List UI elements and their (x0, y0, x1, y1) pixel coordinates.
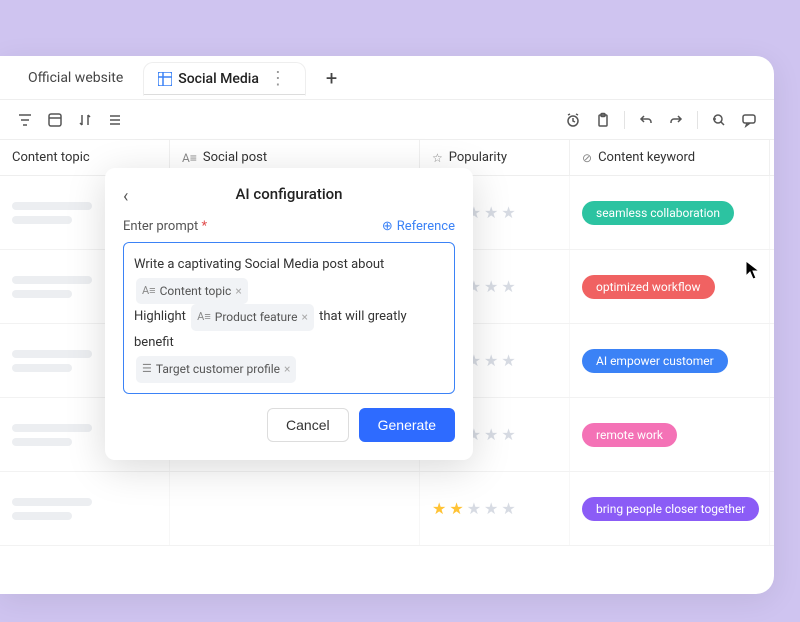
search-icon[interactable] (710, 111, 728, 129)
cell-social-post[interactable] (170, 472, 420, 545)
text-icon: A≡ (142, 281, 156, 302)
col-label: Content keyword (598, 150, 695, 165)
clipboard-icon[interactable] (594, 111, 612, 129)
star-icon[interactable]: ★ (484, 351, 498, 370)
keyword-pill[interactable]: remote work (582, 423, 677, 447)
tab-official-website[interactable]: Official website (14, 62, 137, 94)
keyword-pill[interactable]: bring people closer together (582, 497, 759, 521)
text-icon: A≡ (197, 307, 211, 328)
star-icon[interactable]: ★ (484, 499, 498, 518)
star-icon[interactable]: ★ (501, 277, 515, 296)
star-icon[interactable]: ★ (449, 499, 463, 518)
star-icon: ☆ (432, 151, 443, 165)
star-icon[interactable]: ★ (501, 203, 515, 222)
star-icon[interactable]: ★ (501, 351, 515, 370)
cell-content-topic[interactable] (0, 472, 170, 545)
tab-label: Official website (28, 70, 123, 86)
cancel-button[interactable]: Cancel (267, 408, 349, 442)
modal-title: AI configuration (235, 185, 342, 203)
prompt-text: Highlight (134, 309, 186, 324)
text-icon: A≡ (182, 151, 197, 165)
alarm-icon[interactable] (564, 111, 582, 129)
cell-content-keyword[interactable]: seamless collaboration (570, 176, 770, 249)
cell-content-keyword[interactable]: AI empower customer (570, 324, 770, 397)
tabs-bar: Official website Social Media ⋮ + (0, 56, 774, 100)
cell-popularity[interactable]: ★★★★★ (420, 472, 570, 545)
col-label: Popularity (449, 150, 507, 165)
chip-content-topic[interactable]: A≡ Content topic × (136, 278, 248, 305)
divider (624, 111, 625, 129)
reference-button[interactable]: ⊕ Reference (382, 219, 455, 234)
prompt-text: Write a captivating Social Media post ab… (134, 257, 384, 272)
back-icon[interactable]: ‹ (123, 186, 128, 207)
ai-config-modal: ‹ AI configuration Enter prompt * ⊕ Refe… (105, 168, 473, 460)
star-icon[interactable]: ★ (484, 203, 498, 222)
table-row[interactable]: ★★★★★bring people closer together (0, 472, 774, 546)
chip-target-customer[interactable]: ☰ Target customer profile × (136, 356, 296, 383)
chip-remove-icon[interactable]: × (284, 358, 290, 381)
star-icon[interactable]: ★ (467, 499, 481, 518)
chip-remove-icon[interactable]: × (302, 306, 308, 329)
cell-content-keyword[interactable]: optimized workflow (570, 250, 770, 323)
cell-content-keyword[interactable]: remote work (570, 398, 770, 471)
col-content-keyword[interactable]: ⊘ Content keyword (570, 140, 770, 175)
comment-icon[interactable] (740, 111, 758, 129)
chip-product-feature[interactable]: A≡ Product feature × (191, 304, 314, 331)
keyword-pill[interactable]: optimized workflow (582, 275, 715, 299)
star-icon[interactable]: ★ (501, 425, 515, 444)
grid-icon (158, 72, 172, 86)
add-tab-button[interactable]: + (312, 60, 351, 96)
keyword-pill[interactable]: AI empower customer (582, 349, 728, 373)
prompt-input[interactable]: Write a captivating Social Media post ab… (123, 242, 455, 394)
list-icon: ☰ (142, 359, 152, 380)
tab-label: Social Media (178, 71, 259, 87)
redo-icon[interactable] (667, 111, 685, 129)
cell-content-keyword[interactable]: bring people closer together (570, 472, 770, 545)
star-icon[interactable]: ★ (501, 499, 515, 518)
star-icon[interactable]: ★ (432, 499, 446, 518)
undo-icon[interactable] (637, 111, 655, 129)
chip-remove-icon[interactable]: × (235, 280, 241, 303)
star-icon[interactable]: ★ (484, 277, 498, 296)
star-icon[interactable]: ★ (484, 425, 498, 444)
keyword-pill[interactable]: seamless collaboration (582, 201, 734, 225)
reference-label: Reference (397, 219, 455, 234)
col-label: Content topic (12, 150, 90, 165)
group-icon[interactable] (46, 111, 64, 129)
row-height-icon[interactable] (106, 111, 124, 129)
prompt-label: Enter prompt * (123, 219, 207, 234)
generate-button[interactable]: Generate (359, 408, 455, 442)
plus-circle-icon: ⊕ (382, 219, 393, 234)
divider (697, 111, 698, 129)
check-circle-icon: ⊘ (582, 151, 592, 165)
tab-social-media[interactable]: Social Media ⋮ (143, 62, 306, 96)
col-label: Social post (203, 150, 267, 165)
filter-icon[interactable] (16, 111, 34, 129)
toolbar (0, 100, 774, 140)
sort-icon[interactable] (76, 111, 94, 129)
